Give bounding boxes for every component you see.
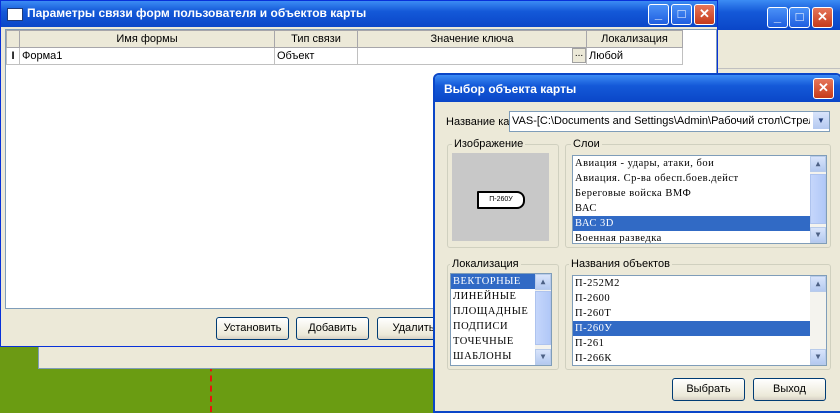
objects-listbox[interactable]: П-252М2 П-2600 П-260Т П-260У П-261 П-266… — [572, 275, 827, 366]
select-button[interactable]: Выбрать — [672, 378, 745, 401]
cell-form-name[interactable]: Форма1 — [19, 47, 275, 65]
list-item[interactable]: Военная разведка — [573, 231, 826, 243]
close-icon[interactable]: ✕ — [812, 7, 833, 28]
scroll-thumb[interactable] — [535, 291, 551, 345]
cell-key-value[interactable]: ... — [357, 47, 587, 65]
close-icon[interactable]: ✕ — [694, 4, 715, 25]
main-title: Параметры связи форм пользователя и объе… — [27, 6, 367, 20]
row-marker: I — [6, 47, 20, 65]
list-item[interactable]: П-2600 — [573, 291, 826, 306]
list-item-selected[interactable]: П-260У — [573, 321, 826, 336]
maximize-icon[interactable]: □ — [789, 7, 810, 28]
scroll-up-icon[interactable]: ▲ — [535, 274, 551, 290]
localization-scrollbar[interactable]: ▲ ▼ — [535, 274, 551, 365]
objects-group-label: Названия объектов — [569, 258, 672, 270]
scroll-down-icon[interactable]: ▼ — [810, 227, 826, 243]
localization-group-label: Локализация — [450, 258, 521, 270]
add-button[interactable]: Добавить — [296, 317, 369, 340]
cell-link-type[interactable]: Объект — [274, 47, 358, 65]
exit-button[interactable]: Выход — [753, 378, 826, 401]
list-item-selected[interactable]: ВАС 3D — [573, 216, 826, 231]
select-object-dialog: Выбор объекта карты ✕ Название ка VAS-[C… — [433, 73, 840, 413]
list-item[interactable]: Береговые войска ВМФ — [573, 186, 826, 201]
list-item[interactable]: П-252М2 — [573, 276, 826, 291]
scroll-down-icon[interactable]: ▼ — [810, 349, 826, 365]
layers-listbox[interactable]: Авиация - удары, атаки, бои Авиация. Ср-… — [572, 155, 827, 244]
dropdown-icon[interactable]: ▼ — [813, 112, 829, 129]
map-name-combobox[interactable]: VAS-[C:\Documents and Settings\Admin\Раб… — [509, 111, 830, 132]
col-link-type[interactable]: Тип связи — [274, 30, 358, 48]
image-group-label: Изображение — [452, 138, 526, 150]
list-item[interactable]: П-266К — [573, 351, 826, 365]
list-item[interactable]: Авиация - удары, атаки, бои — [573, 156, 826, 171]
background-statusbar — [38, 345, 440, 369]
scroll-up-icon[interactable]: ▲ — [810, 156, 826, 172]
scroll-down-icon[interactable]: ▼ — [535, 349, 551, 365]
install-button[interactable]: Установить — [216, 317, 289, 340]
map-name-label: Название ка — [446, 116, 510, 128]
main-titlebar: Параметры связи форм пользователя и объе… — [1, 1, 717, 27]
dialog-title: Выбор объекта карты — [444, 82, 577, 96]
close-icon[interactable]: ✕ — [813, 78, 834, 99]
localization-listbox[interactable]: ВЕКТОРНЫЕ ЛИНЕЙНЫЕ ПЛОЩАДНЫЕ ПОДПИСИ ТОЧ… — [450, 273, 552, 366]
layers-scrollbar[interactable]: ▲ ▼ — [810, 156, 826, 243]
col-form-name[interactable]: Имя формы — [19, 30, 275, 48]
list-item[interactable]: П-261 — [573, 336, 826, 351]
col-localization[interactable]: Локализация — [586, 30, 683, 48]
list-item[interactable]: П-260Т — [573, 306, 826, 321]
table-row[interactable]: I Форма1 Объект ... Любой — [6, 47, 683, 65]
cell-localization[interactable]: Любой — [586, 47, 683, 65]
minimize-icon[interactable]: _ — [767, 7, 788, 28]
dialog-titlebar: Выбор объекта карты ✕ — [435, 75, 840, 102]
list-item[interactable]: Авиация. Ср-ва обесп.боев.дейст — [573, 171, 826, 186]
scroll-up-icon[interactable]: ▲ — [810, 276, 826, 292]
col-key-value[interactable]: Значение ключа — [357, 30, 587, 48]
list-item[interactable]: ВАС — [573, 201, 826, 216]
image-preview: П-260У — [452, 153, 549, 241]
scroll-thumb[interactable] — [810, 174, 826, 224]
ellipsis-button[interactable]: ... — [572, 48, 586, 63]
object-symbol: П-260У — [477, 191, 525, 209]
layers-group-label: Слои — [571, 138, 602, 150]
objects-scrollbar[interactable]: ▲ ▼ — [810, 276, 826, 365]
window-icon — [7, 8, 23, 21]
maximize-icon[interactable]: □ — [671, 4, 692, 25]
minimize-icon[interactable]: _ — [648, 4, 669, 25]
